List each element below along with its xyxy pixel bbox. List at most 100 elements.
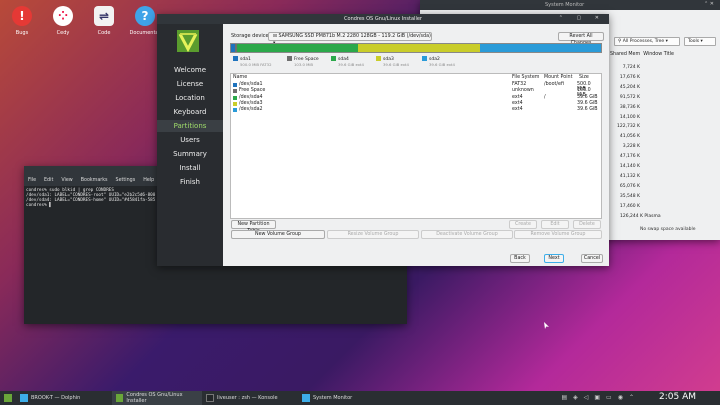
process-filter-select[interactable]: ⚲ All Processes, Tree ▾ bbox=[614, 37, 680, 46]
col-filesystem[interactable]: File System bbox=[512, 75, 539, 80]
menu-bookmarks[interactable]: Bookmarks bbox=[81, 178, 108, 184]
menu-file[interactable]: File bbox=[28, 178, 36, 184]
process-row[interactable]: 65,076 K bbox=[610, 184, 640, 189]
taskbar: BROOK-T — Dolphin Condres OS Gnu/Linux I… bbox=[0, 391, 720, 405]
process-row[interactable]: 41,056 K bbox=[610, 134, 640, 139]
process-row[interactable]: 17,676 K bbox=[610, 75, 640, 80]
table-row[interactable]: /dev/sda4 ext4 / 39.6 GiB bbox=[231, 95, 601, 101]
window-controls[interactable]: ⌃ ✕ bbox=[704, 1, 714, 7]
storage-device-select[interactable]: ⊟ SAMSUNG SSD PM871b M.2 2280 128GB - 11… bbox=[268, 32, 432, 46]
column-header-shared-memory[interactable]: Shared Mem Window Title bbox=[610, 52, 674, 57]
storage-value: SAMSUNG SSD PM871b M.2 2280 128GB - 119.… bbox=[278, 34, 431, 39]
table-row[interactable]: /dev/sda1 FAT32/boot/efi 500.0 MiB bbox=[231, 82, 601, 92]
menu-edit[interactable]: Edit bbox=[44, 178, 53, 184]
legend-detail: 39.6 GiB ext4 bbox=[429, 62, 455, 67]
cell-name: Free Space bbox=[239, 88, 266, 94]
titlebar[interactable]: Condres OS Gnu/Linux Installer ⌃ ▢ ✕ bbox=[157, 14, 609, 24]
menu-settings[interactable]: Settings bbox=[116, 178, 136, 184]
resize-volume-group-button[interactable]: Resize Volume Group bbox=[327, 230, 419, 239]
process-row[interactable]: 3,228 K bbox=[610, 144, 640, 149]
col-mount[interactable]: Mount Point bbox=[544, 75, 572, 80]
next-button[interactable]: Next bbox=[544, 254, 564, 263]
cell-filesystem: FAT32 bbox=[512, 82, 527, 87]
process-row[interactable]: 47,176 K bbox=[610, 154, 640, 159]
nav-item-location: Location bbox=[175, 94, 205, 102]
table-row[interactable]: /dev/sda3 ext4 39.6 GiB bbox=[231, 101, 601, 107]
code-icon: ⇌ bbox=[94, 6, 114, 26]
back-button[interactable]: Back bbox=[510, 254, 530, 263]
network-icon[interactable]: ◈ bbox=[573, 394, 578, 401]
process-row[interactable]: 38,736 K bbox=[610, 105, 640, 110]
revert-all-changes-button[interactable]: Revert All Changes bbox=[558, 32, 604, 46]
process-row[interactable]: 14,140 K bbox=[610, 164, 640, 169]
new-partition-table-button[interactable]: New Partition Table bbox=[231, 220, 276, 234]
cedy-icon: ⁘ bbox=[53, 6, 73, 26]
task-system-monitor[interactable]: System Monitor bbox=[298, 391, 388, 405]
legend-swatch bbox=[233, 56, 238, 61]
partition-table[interactable]: Name File System Mount Point Size /dev/s… bbox=[230, 73, 602, 219]
desktop-icon-label: Cedy bbox=[56, 30, 70, 36]
task-label: System Monitor bbox=[313, 395, 353, 401]
nav-item-keyboard: Keyboard bbox=[173, 108, 207, 116]
notification-icon[interactable]: ◉ bbox=[618, 394, 623, 401]
menu-view[interactable]: View bbox=[61, 178, 72, 184]
partition-bar-sda3 bbox=[358, 44, 480, 52]
task-dolphin[interactable]: BROOK-T — Dolphin bbox=[16, 391, 112, 405]
tray-expand-icon[interactable]: ⌃ bbox=[629, 394, 634, 401]
process-row[interactable]: 91,572 K bbox=[610, 95, 640, 100]
process-row[interactable]: 35,548 K bbox=[610, 194, 640, 199]
monitor-icon bbox=[302, 394, 310, 402]
cell-size: 39.6 GiB bbox=[577, 100, 598, 106]
app-launcher-button[interactable] bbox=[0, 391, 16, 405]
process-row[interactable]: 45,204 K bbox=[610, 85, 640, 90]
process-row[interactable]: 41,132 K bbox=[610, 174, 640, 179]
system-tray[interactable]: ▤ ◈ ◁ ▣ ▭ ◉ ⌃ bbox=[561, 394, 634, 401]
volume-icon[interactable]: ◁ bbox=[584, 394, 589, 401]
process-row[interactable]: 126,244 K Plasma bbox=[620, 214, 700, 219]
process-row[interactable]: 14,100 K bbox=[610, 115, 640, 120]
display-icon[interactable]: ▣ bbox=[594, 394, 600, 401]
delete-button[interactable]: Delete bbox=[573, 220, 601, 229]
table-row[interactable]: /dev/sda2 ext4 39.6 GiB bbox=[231, 107, 601, 113]
new-volume-group-button[interactable]: New Volume Group bbox=[231, 230, 325, 239]
col-name[interactable]: Name bbox=[233, 75, 247, 80]
table-row[interactable]: Free Space unknown 103.0 MiB bbox=[231, 88, 601, 98]
deactivate-volume-group-button[interactable]: Deactivate Volume Group bbox=[421, 230, 513, 239]
clock[interactable]: 2:05 AM bbox=[659, 392, 696, 402]
process-row[interactable]: 122,732 K bbox=[610, 124, 640, 129]
process-row[interactable]: 17,460 K bbox=[610, 204, 640, 209]
remove-volume-group-button[interactable]: Remove Volume Group bbox=[514, 230, 602, 239]
battery-icon[interactable]: ▭ bbox=[606, 394, 612, 401]
partition-bar-sda4 bbox=[236, 44, 359, 52]
task-label: Condres OS Gnu/Linux Installer bbox=[126, 392, 183, 404]
col-size[interactable]: Size bbox=[579, 75, 589, 80]
process-row[interactable]: 7,724 K bbox=[610, 65, 640, 70]
task-konsole[interactable]: liveuser : zsh — Konsole bbox=[202, 391, 298, 405]
cell-name: /dev/sda3 bbox=[239, 100, 263, 106]
edit-button[interactable]: Edit bbox=[541, 220, 569, 229]
cell-filesystem: ext4 bbox=[512, 107, 523, 113]
titlebar[interactable]: System Monitor ⌃ ✕ bbox=[420, 0, 720, 10]
cell-name: /dev/sda1 bbox=[239, 82, 263, 87]
mouse-pointer bbox=[544, 322, 549, 329]
desktop-icon-cedy[interactable]: ⁘ Cedy bbox=[45, 6, 81, 36]
cancel-button[interactable]: Cancel bbox=[581, 254, 603, 263]
legend-swatch bbox=[331, 56, 336, 61]
menu-help[interactable]: Help bbox=[143, 178, 154, 184]
clipboard-icon[interactable]: ▤ bbox=[561, 394, 567, 401]
condres-logo bbox=[177, 30, 199, 52]
desktop-icon-label: Code bbox=[97, 30, 111, 36]
cell-filesystem: ext4 bbox=[512, 100, 523, 106]
tools-button[interactable]: Tools ▾ bbox=[684, 37, 716, 46]
window-controls[interactable]: ⌃ ▢ ✕ bbox=[559, 15, 605, 21]
create-button[interactable]: Create bbox=[509, 220, 537, 229]
task-installer[interactable]: Condres OS Gnu/Linux Installer bbox=[112, 391, 202, 405]
desktop-icon-code[interactable]: ⇌ Code bbox=[86, 6, 122, 36]
cell-size: 39.6 GiB bbox=[577, 94, 598, 100]
storage-label: Storage device: bbox=[231, 33, 271, 39]
condres-menu-icon bbox=[4, 394, 12, 402]
nav-item-welcome: Welcome bbox=[173, 66, 207, 74]
partition-color-swatch bbox=[233, 83, 237, 87]
installer-window[interactable]: Condres OS Gnu/Linux Installer ⌃ ▢ ✕ Welc… bbox=[157, 14, 609, 266]
desktop-icon-bugs[interactable]: ! Bugs bbox=[4, 6, 40, 36]
